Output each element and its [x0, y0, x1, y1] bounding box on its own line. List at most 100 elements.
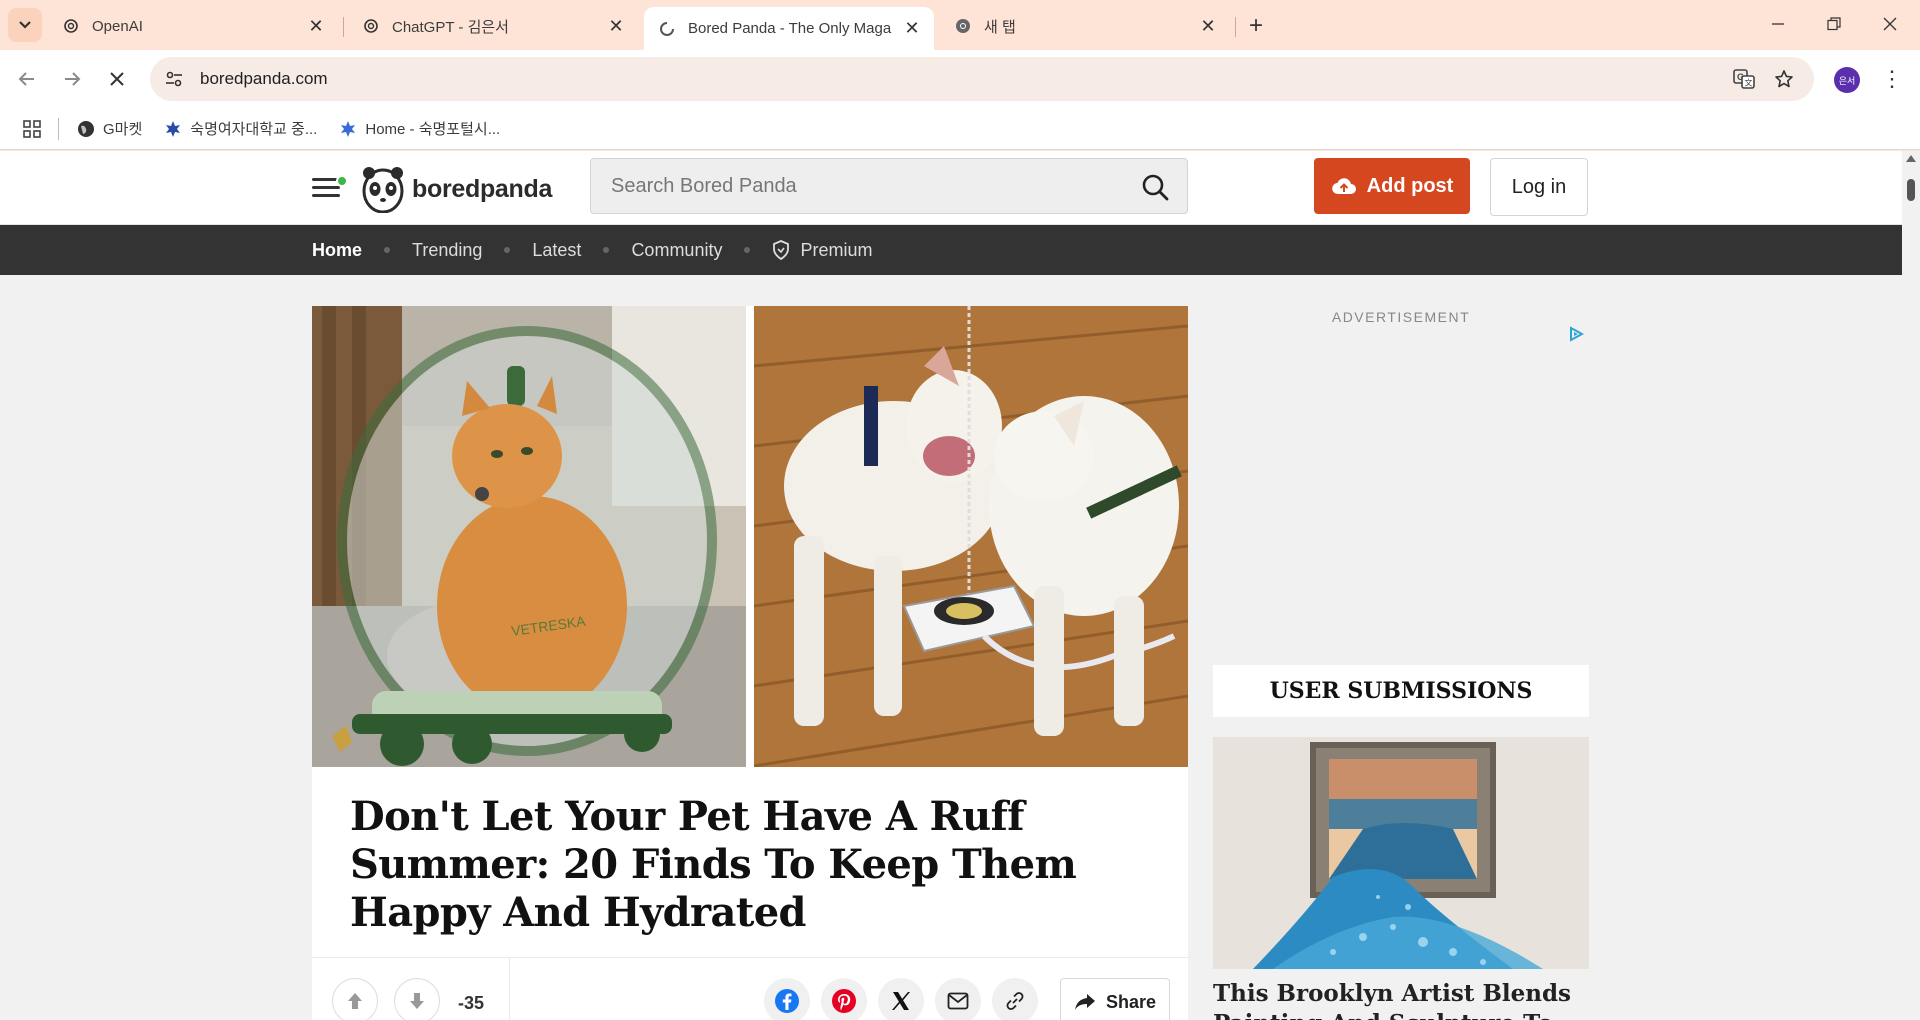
tab-title: ChatGPT - 김은서	[392, 18, 509, 36]
facebook-icon	[775, 989, 799, 1013]
address-bar[interactable]: boredpanda.com G文	[150, 57, 1814, 101]
nav-premium-label: Premium	[800, 239, 873, 260]
stop-loading-button[interactable]	[100, 62, 134, 96]
tab-new[interactable]: 새 탭 ✕	[940, 7, 1230, 45]
more-menu-icon[interactable]: ⋮	[1880, 62, 1904, 96]
snowflake-icon	[339, 120, 357, 138]
upvote-button[interactable]	[332, 978, 378, 1020]
tab-search-button[interactable]	[8, 8, 42, 42]
site-logo[interactable]: boredpanda	[362, 165, 552, 213]
article-actions: -35 Share	[312, 957, 1188, 1020]
login-button[interactable]: Log in	[1490, 158, 1588, 216]
bookmark-sookmyung[interactable]: 숙명여자대학교 중...	[164, 118, 317, 139]
submission-title[interactable]: This Brooklyn Artist Blends Painting And…	[1213, 979, 1589, 1020]
tab-strip: OpenAI ✕ ChatGPT - 김은서 ✕ Bored Panda - T…	[0, 0, 1920, 50]
cloud-upload-icon	[1331, 176, 1357, 196]
openai-icon	[362, 17, 380, 35]
restore-button[interactable]	[1806, 0, 1862, 48]
share-button[interactable]: Share	[1060, 978, 1170, 1020]
nav-latest[interactable]: Latest	[532, 240, 581, 261]
site-info-icon[interactable]	[152, 57, 196, 101]
article-hero[interactable]: VETRESKA	[312, 306, 1188, 767]
tab-boredpanda[interactable]: Bored Panda - The Only Maga ✕	[644, 7, 934, 50]
bookmark-gmarket[interactable]: G마켓	[77, 118, 142, 139]
search-input[interactable]	[591, 174, 1111, 198]
shield-icon	[773, 240, 790, 260]
loading-spinner-icon	[658, 20, 676, 38]
downvote-button[interactable]	[394, 978, 440, 1020]
tab-chatgpt[interactable]: ChatGPT - 김은서 ✕	[348, 7, 638, 45]
site-header: boredpanda Add post Log in	[0, 151, 1902, 225]
advertisement-label: ADVERTISEMENT	[1331, 309, 1471, 325]
site-search	[590, 158, 1188, 214]
profile-avatar[interactable]: 은서	[1834, 67, 1860, 93]
bookmark-star-icon[interactable]	[1764, 57, 1804, 101]
panda-logo-icon	[362, 167, 404, 213]
tab-title: Bored Panda - The Only Maga	[688, 20, 892, 37]
vote-count: -35	[458, 993, 485, 1013]
facebook-share-button[interactable]	[764, 978, 810, 1020]
tab-title: 새 탭	[984, 18, 1016, 36]
arrow-left-icon	[18, 72, 34, 86]
chrome-icon	[954, 17, 972, 35]
tab-openai[interactable]: OpenAI ✕	[48, 7, 338, 45]
page-scrollbar[interactable]	[1902, 151, 1920, 1020]
page-viewport: boredpanda Add post Log in Home Trending…	[0, 151, 1902, 1020]
translate-icon[interactable]: G文	[1724, 57, 1764, 101]
nav-premium[interactable]: Premium	[772, 240, 872, 261]
copy-link-button[interactable]	[992, 978, 1038, 1020]
site-nav: Home Trending Latest Community Premium	[0, 225, 1902, 275]
openai-icon	[62, 17, 80, 35]
close-icon	[110, 72, 124, 86]
globe-icon	[77, 120, 95, 138]
close-icon	[1883, 17, 1897, 31]
featured-article[interactable]: VETRESKA Don't Let Your Pet Have A Ruff …	[312, 306, 1188, 1020]
envelope-icon	[947, 992, 969, 1010]
arrow-right-icon	[65, 72, 81, 86]
chevron-down-icon	[19, 21, 31, 29]
bookmark-label: 숙명여자대학교 중...	[190, 121, 318, 138]
new-tab-button[interactable]: +	[1240, 10, 1272, 42]
x-share-button[interactable]	[878, 978, 924, 1020]
bookmark-portal[interactable]: Home - 숙명포털시...	[339, 118, 500, 139]
pinterest-share-button[interactable]	[821, 978, 867, 1020]
snowflake-icon	[164, 120, 182, 138]
bookmark-label: Home - 숙명포털시...	[365, 121, 501, 138]
nav-trending[interactable]: Trending	[412, 240, 482, 261]
forward-button[interactable]	[55, 62, 89, 96]
apps-grid-icon[interactable]	[22, 119, 42, 139]
adchoices-icon[interactable]	[1568, 326, 1585, 347]
nav-community[interactable]: Community	[631, 240, 722, 261]
close-icon[interactable]: ✕	[902, 18, 922, 39]
browser-toolbar: boredpanda.com G文 은서 ⋮	[0, 50, 1920, 108]
svg-text:文: 文	[1745, 78, 1753, 88]
dogs-fountain-image	[754, 306, 1188, 767]
cat-backpack-image: VETRESKA	[312, 306, 746, 767]
add-post-button[interactable]: Add post	[1314, 158, 1470, 214]
arrow-up-icon	[348, 993, 362, 1009]
bookmark-label: G마켓	[103, 121, 143, 138]
add-post-label: Add post	[1366, 174, 1454, 197]
share-label: Share	[1105, 991, 1157, 1012]
close-icon[interactable]: ✕	[606, 16, 626, 36]
url-text[interactable]: boredpanda.com	[200, 69, 328, 89]
back-button[interactable]	[10, 62, 44, 96]
menu-icon[interactable]	[312, 173, 348, 203]
logo-wordmark: boredpanda	[412, 174, 553, 203]
close-window-button[interactable]	[1862, 0, 1918, 48]
minimize-button[interactable]	[1750, 0, 1806, 48]
minimize-icon	[1772, 23, 1784, 25]
close-icon[interactable]: ✕	[1198, 16, 1218, 36]
close-icon[interactable]: ✕	[306, 16, 326, 36]
restore-icon	[1827, 17, 1841, 31]
share-arrow-icon	[1074, 993, 1096, 1011]
nav-home[interactable]: Home	[312, 240, 362, 261]
search-icon[interactable]	[1141, 173, 1169, 206]
link-icon	[1006, 992, 1024, 1010]
article-title[interactable]: Don't Let Your Pet Have A Ruff Summer: 2…	[350, 793, 1150, 937]
bookmarks-bar: G마켓 숙명여자대학교 중... Home - 숙명포털시...	[0, 108, 1920, 150]
submission-image[interactable]	[1213, 737, 1589, 969]
email-share-button[interactable]	[935, 978, 981, 1020]
scroll-up-arrow-icon[interactable]	[1906, 155, 1916, 162]
scrollbar-thumb[interactable]	[1907, 179, 1915, 201]
